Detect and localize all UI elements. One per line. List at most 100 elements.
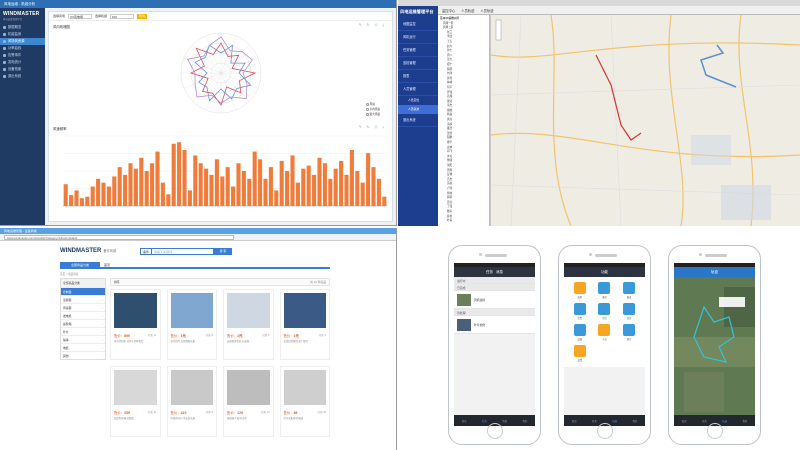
product-image[interactable] xyxy=(283,293,326,328)
nav-item[interactable]: 功率曲线 xyxy=(0,45,45,52)
bar[interactable] xyxy=(160,182,165,206)
nav-item[interactable]: 设备档案 xyxy=(0,66,45,73)
list-item[interactable]: 风机巡检 xyxy=(454,291,535,309)
product-card[interactable]: 售价：1元 已售 5 运维管理系统 标准版 xyxy=(223,289,274,360)
section-header[interactable]: 已完成 xyxy=(454,284,535,291)
nav-item[interactable]: 发电统计 xyxy=(0,59,45,66)
tab-home[interactable]: 首页 xyxy=(572,419,577,423)
home-button[interactable] xyxy=(707,423,723,439)
bar[interactable] xyxy=(247,178,252,206)
bar[interactable] xyxy=(63,184,68,206)
function-tile[interactable]: 设置 xyxy=(570,345,590,362)
section-header[interactable]: 进行中 xyxy=(454,277,535,284)
product-card[interactable]: 售价：1元 已售 8 监控软件 远程数据采集 xyxy=(166,289,217,360)
function-tile[interactable]: 巡检 xyxy=(570,282,590,299)
product-image[interactable] xyxy=(170,293,213,328)
bar[interactable] xyxy=(328,178,333,206)
bar[interactable] xyxy=(193,155,198,206)
category-item[interactable]: 轴承 › xyxy=(61,335,105,343)
product-image[interactable] xyxy=(114,370,157,405)
personnel-tree[interactable]: 苏州XX运维公司 风场一区 风场二区 张三 李四 王五 赵六 孙七 周八 吴九 郑十 陈明 刘洋 黄伟林… xyxy=(438,15,490,226)
category-item[interactable]: 其他 › xyxy=(61,351,105,359)
product-image[interactable] xyxy=(283,370,326,405)
function-tile[interactable]: 人员 xyxy=(595,324,615,341)
tab-me[interactable]: 我的 xyxy=(742,419,747,423)
nav-item[interactable]: 数据概览 xyxy=(0,24,45,31)
zoom-control[interactable] xyxy=(495,19,502,41)
bar[interactable] xyxy=(74,190,79,206)
tab-home[interactable]: 首页 xyxy=(462,419,467,423)
menu-item[interactable]: 巡检管理 xyxy=(398,57,438,70)
function-tile[interactable]: 维修 xyxy=(595,282,615,299)
tab-home[interactable]: 首页 xyxy=(682,419,687,423)
url-field[interactable]: www.windmaster.com/store/list?category=1… xyxy=(4,234,234,240)
bar[interactable] xyxy=(155,151,160,206)
query-button[interactable]: 查询 xyxy=(137,13,148,19)
bar[interactable] xyxy=(290,155,295,206)
bar[interactable] xyxy=(69,195,74,206)
tab-task[interactable]: 任务 xyxy=(702,419,707,423)
bar[interactable] xyxy=(166,194,171,206)
product-card[interactable]: 售价：89 已售 30 信号采集器 四通道 xyxy=(279,366,330,437)
tree-item[interactable]: 叶青 xyxy=(440,219,487,224)
function-tile[interactable]: 设备 xyxy=(570,324,590,341)
category-item[interactable]: 变频器 › xyxy=(61,295,105,303)
bar[interactable] xyxy=(306,165,311,206)
menu-item[interactable]: 报表 xyxy=(398,70,438,83)
product-card[interactable]: 售价：419 已售 9 风速风向仪 带安装支架 xyxy=(166,366,217,437)
function-tile[interactable]: 报表 xyxy=(619,282,639,299)
bar[interactable] xyxy=(106,186,111,206)
bar[interactable] xyxy=(204,168,209,206)
tab-task[interactable]: 任务 xyxy=(592,419,597,423)
tab-me[interactable]: 我的 xyxy=(522,419,527,423)
nav-item[interactable]: 机组监测 xyxy=(0,31,45,38)
toolbar-tab[interactable]: 监控中心 xyxy=(442,8,455,13)
product-card[interactable]: 售价：1元 已售 3 变桨控制模块 原厂配件 xyxy=(279,289,330,360)
product-image[interactable] xyxy=(227,293,270,328)
category-item[interactable]: 电缆 › xyxy=(61,343,105,351)
bar[interactable] xyxy=(96,178,101,206)
bar[interactable] xyxy=(209,174,214,206)
bar[interactable] xyxy=(187,190,192,206)
list-item[interactable]: 叶片检修 xyxy=(454,316,535,334)
bar[interactable] xyxy=(366,153,371,206)
bar[interactable] xyxy=(295,182,300,206)
product-image[interactable] xyxy=(114,293,157,328)
bar[interactable] xyxy=(101,182,106,206)
tab-msg[interactable]: 消息 xyxy=(502,419,507,423)
menu-item-logout[interactable]: 退出系统 xyxy=(398,114,438,127)
function-tile[interactable]: 告警 xyxy=(570,303,590,320)
bar[interactable] xyxy=(241,171,246,206)
bar[interactable] xyxy=(214,159,219,206)
search-category[interactable]: 备件 xyxy=(140,248,153,255)
bar[interactable] xyxy=(285,171,290,206)
menu-item[interactable]: 地图监控 xyxy=(398,18,438,31)
section-header[interactable]: 待处理 xyxy=(454,309,535,316)
wind-farm-select[interactable]: XX风电场 xyxy=(68,13,93,19)
bar[interactable] xyxy=(139,157,144,206)
function-tile[interactable]: 任务 xyxy=(619,303,639,320)
bar[interactable] xyxy=(263,178,268,206)
bar[interactable] xyxy=(144,171,149,206)
menu-item[interactable]: 人员管理 xyxy=(398,83,438,96)
bar[interactable] xyxy=(150,163,155,206)
bar[interactable] xyxy=(339,160,344,206)
tab-function[interactable]: 功能 xyxy=(612,419,617,423)
bar[interactable] xyxy=(236,163,241,206)
bar[interactable] xyxy=(90,186,95,206)
bar[interactable] xyxy=(112,176,117,206)
bar[interactable] xyxy=(79,198,84,206)
nav-item[interactable]: 告警事件 xyxy=(0,52,45,59)
search-input[interactable]: 请输入关键词 xyxy=(152,248,215,255)
satellite-map[interactable] xyxy=(674,277,755,415)
bar[interactable] xyxy=(225,167,230,206)
bar[interactable] xyxy=(333,168,338,206)
bar[interactable] xyxy=(279,160,284,206)
bar[interactable] xyxy=(376,178,381,206)
home-button[interactable] xyxy=(597,423,613,439)
map-view[interactable] xyxy=(490,14,800,226)
bar[interactable] xyxy=(252,151,257,206)
bar[interactable] xyxy=(182,150,187,206)
submenu-item-active[interactable]: 人员轨迹 xyxy=(398,105,438,114)
bar[interactable] xyxy=(344,174,349,206)
